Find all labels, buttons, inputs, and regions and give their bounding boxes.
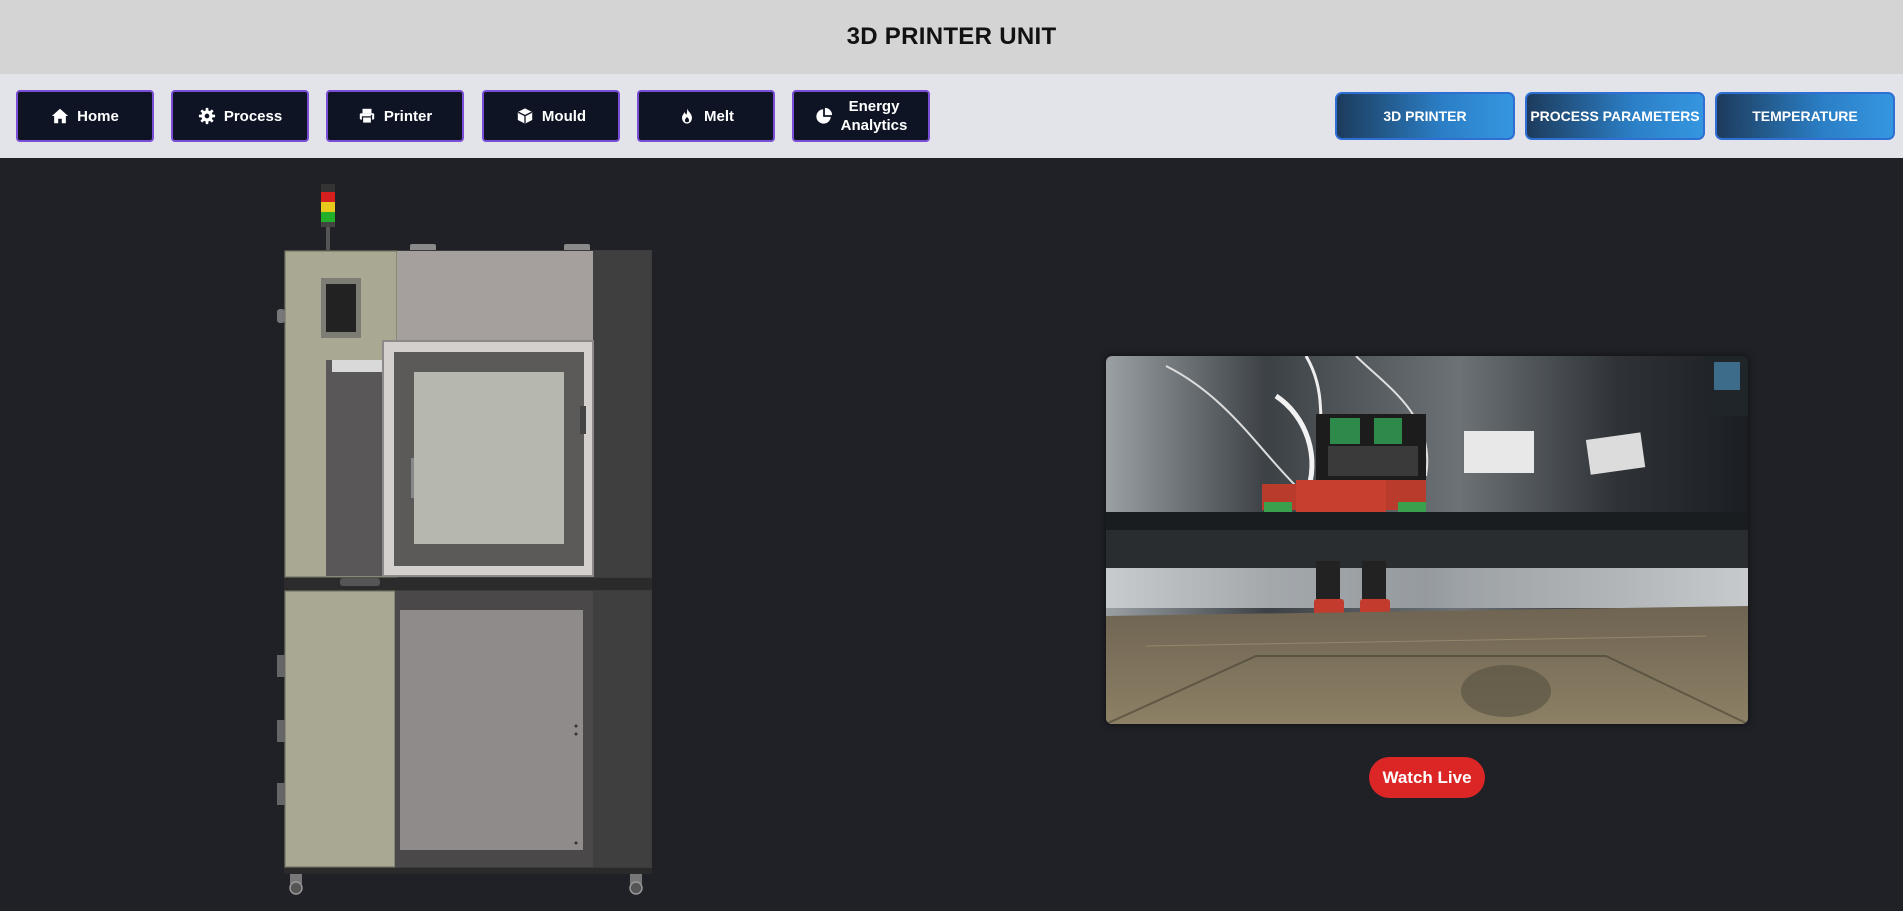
navbar: Home Process Printer Mould Melt Energy A… <box>0 74 1903 158</box>
printer-icon <box>358 107 376 125</box>
nav-process-label: Process <box>223 107 283 125</box>
fire-icon <box>678 107 696 125</box>
nav-energy-analytics-button[interactable]: Energy Analytics <box>792 90 930 142</box>
page-title: 3D PRINTER UNIT <box>846 23 1057 50</box>
pie-chart-icon <box>815 107 833 125</box>
nav-mould-label: Mould <box>541 107 587 125</box>
gear-icon <box>198 107 216 125</box>
nav-printer-label: Printer <box>383 107 433 125</box>
nav-process-button[interactable]: Process <box>171 90 309 142</box>
home-icon <box>51 107 69 125</box>
printer-machine-illustration <box>270 178 670 898</box>
nav-printer-button[interactable]: Printer <box>326 90 464 142</box>
nav-melt-label: Melt <box>704 107 734 125</box>
tab-process-parameters[interactable]: PROCESS PARAMETERS <box>1525 92 1705 140</box>
nav-mould-button[interactable]: Mould <box>482 90 620 142</box>
nav-energy-label-line1: Energy <box>848 98 900 115</box>
live-video-feed <box>1106 356 1748 724</box>
nav-home-label: Home <box>77 107 119 125</box>
watch-live-button[interactable]: Watch Live <box>1369 757 1485 798</box>
tab-temperature[interactable]: TEMPERATURE <box>1715 92 1895 140</box>
signal-tower-icon <box>321 184 335 252</box>
page-header: 3D PRINTER UNIT <box>0 0 1903 74</box>
nav-energy-analytics-label: Energy Analytics <box>841 97 908 135</box>
cube-icon <box>516 107 534 125</box>
tab-3d-printer[interactable]: 3D PRINTER <box>1335 92 1515 140</box>
nav-home-button[interactable]: Home <box>16 90 154 142</box>
nav-energy-label-line2: Analytics <box>840 117 908 134</box>
nav-melt-button[interactable]: Melt <box>637 90 775 142</box>
